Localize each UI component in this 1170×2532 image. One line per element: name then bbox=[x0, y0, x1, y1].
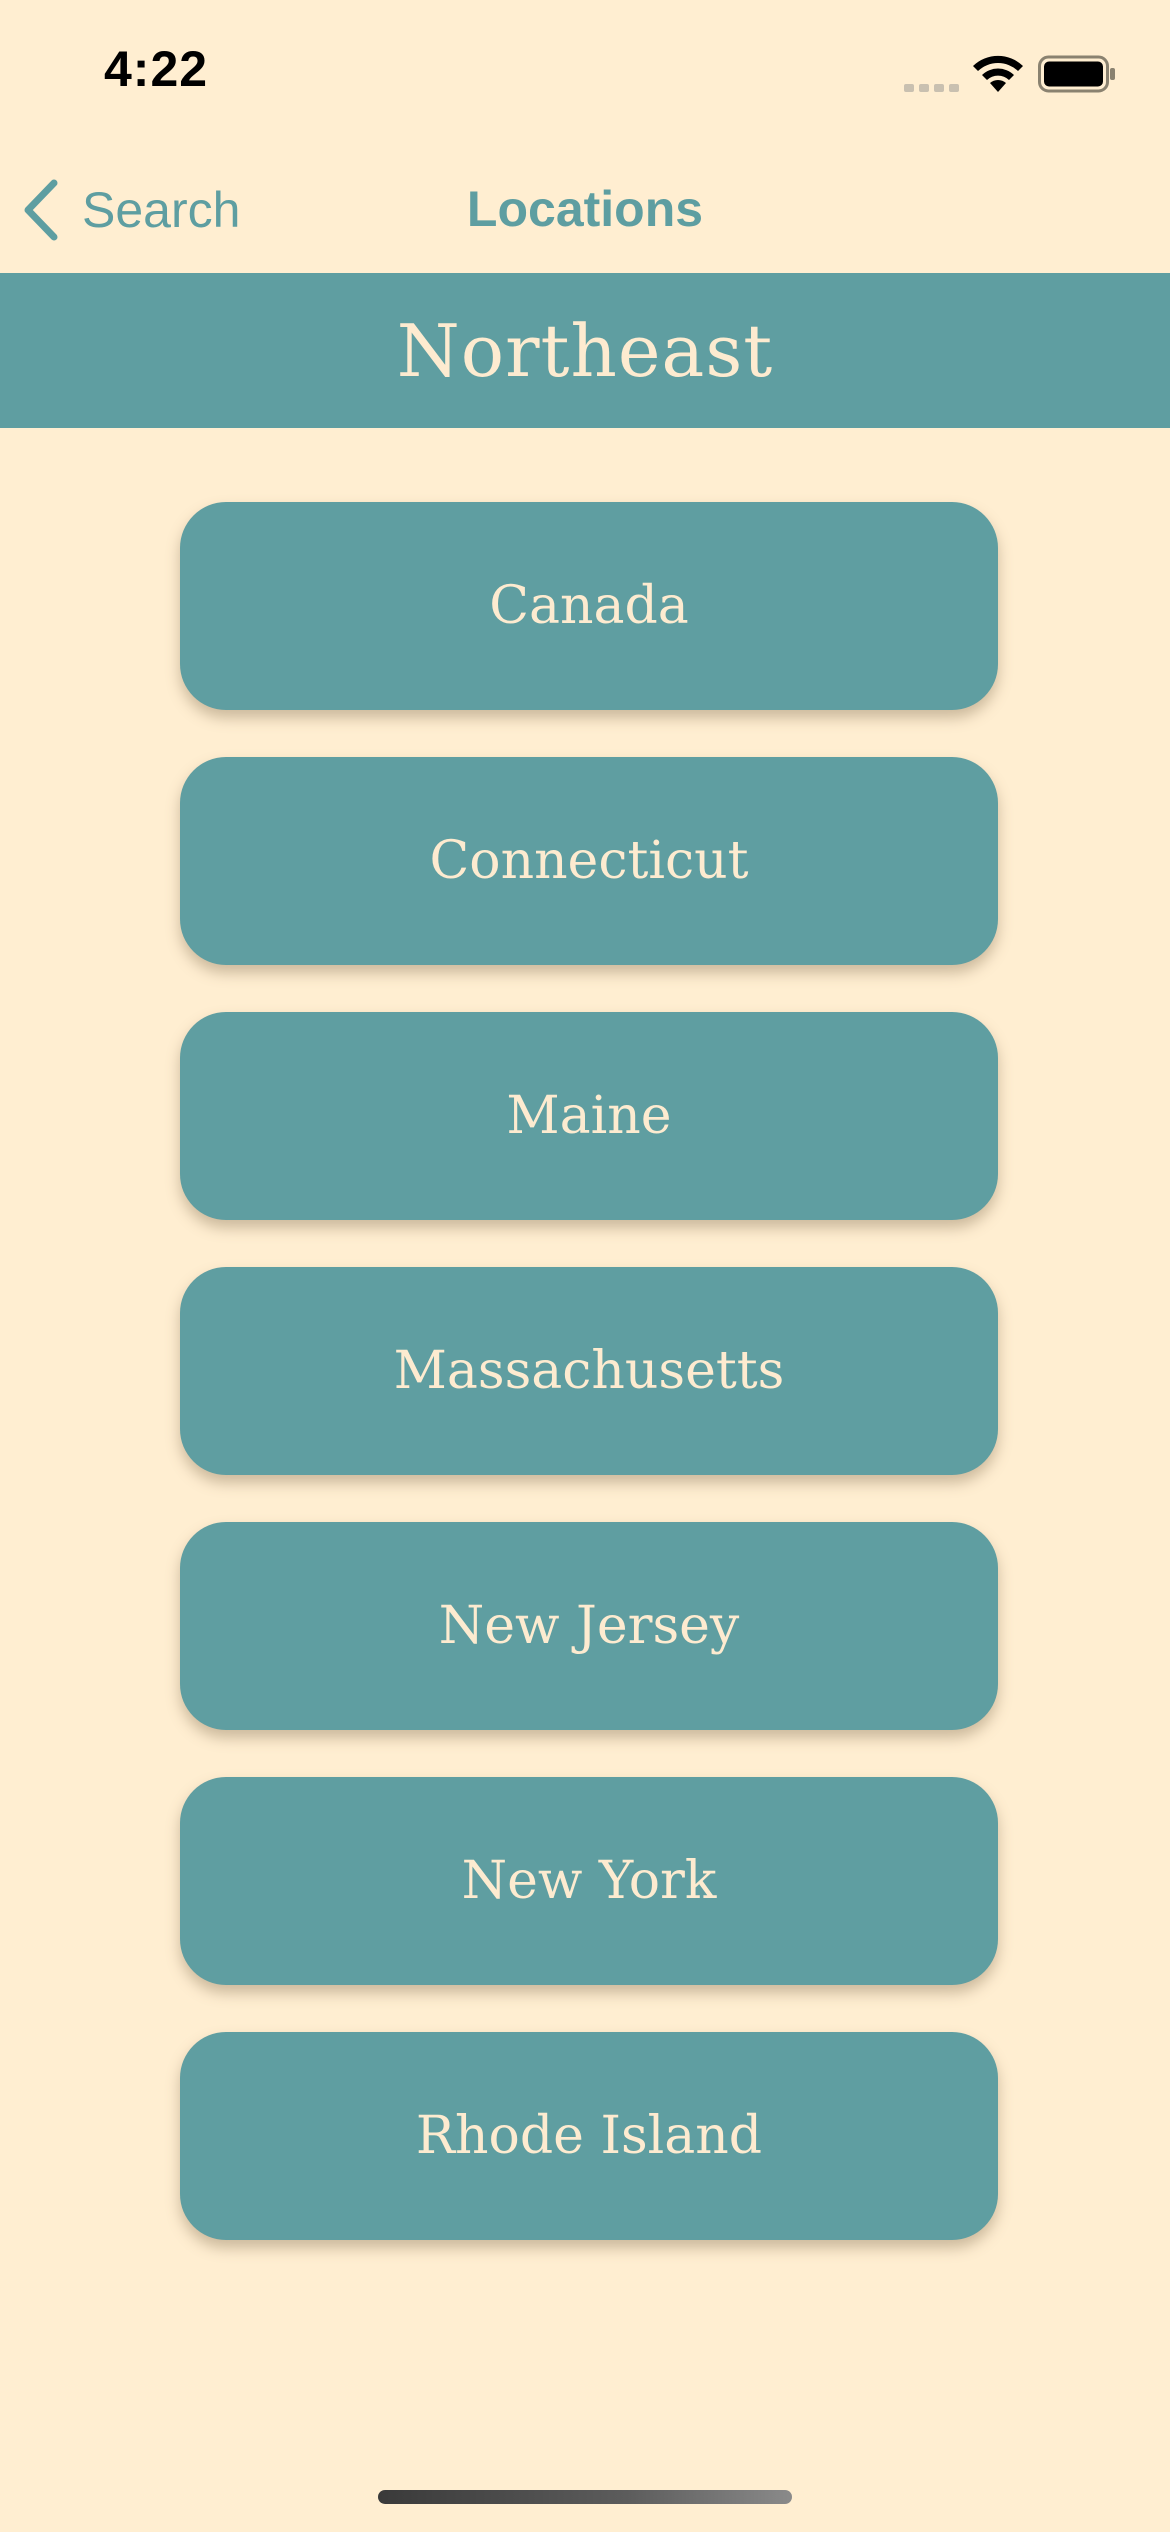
location-button-massachusetts[interactable]: Massachusetts bbox=[180, 1267, 998, 1475]
location-label: Canada bbox=[489, 576, 689, 636]
region-title: Northeast bbox=[396, 308, 774, 393]
status-bar: 4:22 bbox=[0, 0, 1170, 150]
navigation-bar: Search Locations bbox=[0, 150, 1170, 273]
location-label: New Jersey bbox=[438, 1596, 740, 1656]
location-button-canada[interactable]: Canada bbox=[180, 502, 998, 710]
location-label: Maine bbox=[506, 1086, 672, 1146]
location-button-new-jersey[interactable]: New Jersey bbox=[180, 1522, 998, 1730]
location-button-connecticut[interactable]: Connecticut bbox=[180, 757, 998, 965]
region-header: Northeast bbox=[0, 273, 1170, 428]
location-label: New York bbox=[461, 1851, 717, 1911]
page-title: Locations bbox=[466, 181, 704, 237]
location-label: Rhode Island bbox=[415, 2106, 763, 2166]
location-button-new-york[interactable]: New York bbox=[180, 1777, 998, 1985]
home-indicator[interactable] bbox=[378, 2490, 792, 2504]
signal-icon bbox=[904, 84, 959, 92]
status-time: 4:22 bbox=[104, 41, 209, 97]
location-button-rhode-island[interactable]: Rhode Island bbox=[180, 2032, 998, 2240]
location-label: Connecticut bbox=[429, 831, 749, 891]
battery-icon bbox=[1038, 55, 1115, 93]
location-label: Massachusetts bbox=[393, 1341, 785, 1401]
wifi-icon bbox=[973, 55, 1023, 92]
location-list: Canada Connecticut Maine Massachusetts N… bbox=[180, 502, 998, 2287]
location-button-maine[interactable]: Maine bbox=[180, 1012, 998, 1220]
